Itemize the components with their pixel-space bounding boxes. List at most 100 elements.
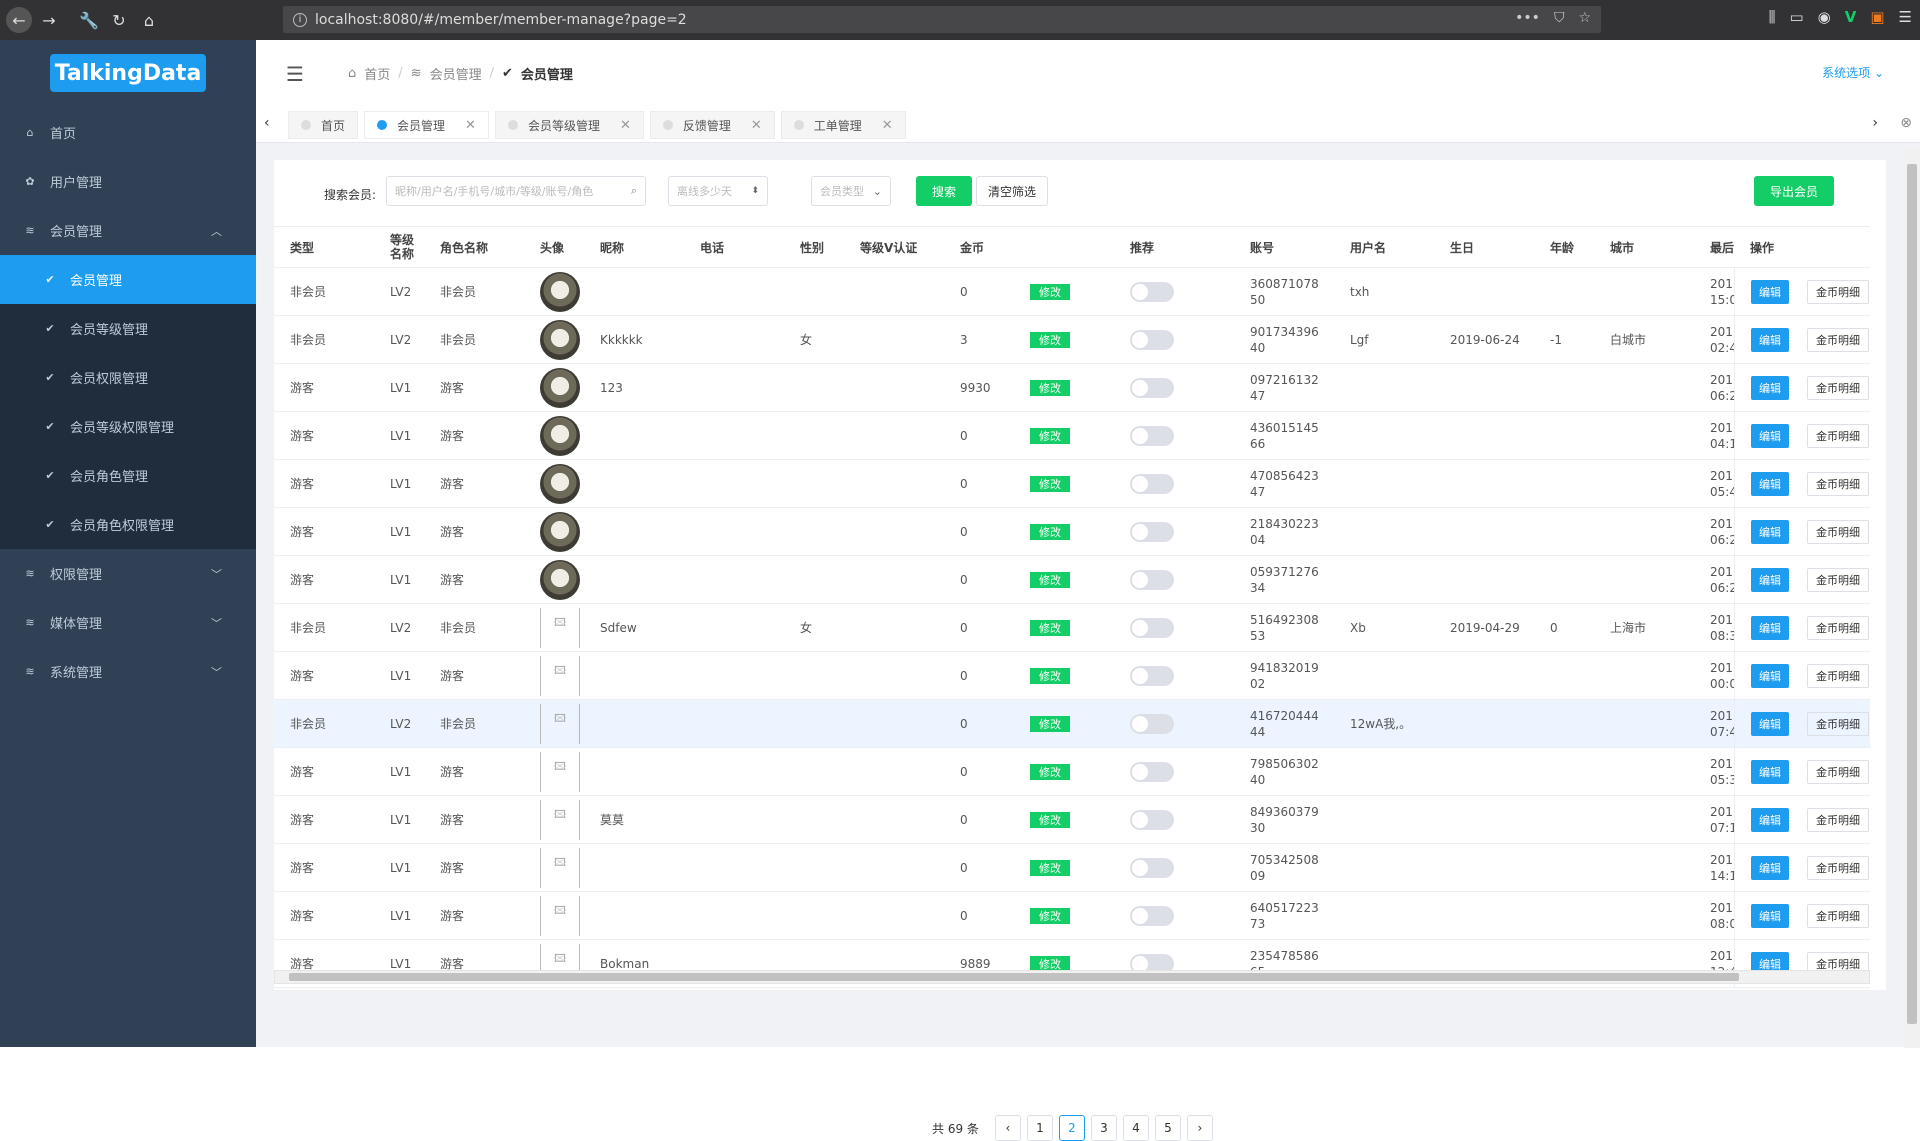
- vertical-scrollbar[interactable]: [1904, 148, 1920, 1048]
- modify-coins-button[interactable]: 修改: [1030, 811, 1070, 828]
- breadcrumb-item[interactable]: 首页: [364, 64, 390, 83]
- close-icon[interactable]: ✕: [465, 118, 476, 133]
- account-icon[interactable]: ◉: [1818, 8, 1831, 26]
- coin-detail-button[interactable]: 金币明细: [1807, 711, 1869, 736]
- modify-coins-button[interactable]: 修改: [1030, 907, 1070, 924]
- back-arrow-icon[interactable]: ←: [6, 7, 32, 33]
- edit-button[interactable]: 编辑: [1751, 471, 1789, 496]
- edit-button[interactable]: 编辑: [1751, 279, 1789, 304]
- recommend-toggle[interactable]: [1130, 329, 1174, 350]
- coin-detail-button[interactable]: 金币明细: [1807, 423, 1869, 448]
- table-row[interactable]: 游客 LV1 游客 🖾 莫莫 0 修改 849360379 30 201 07:1 编辑 金币明细: [274, 796, 1870, 844]
- tabs-scroll-right-icon[interactable]: ›: [1872, 115, 1878, 131]
- clear-filter-button[interactable]: 清空筛选: [976, 176, 1048, 206]
- modify-coins-button[interactable]: 修改: [1030, 523, 1070, 540]
- coin-detail-button[interactable]: 金币明细: [1807, 759, 1869, 784]
- system-options-dropdown[interactable]: 系统选项 ⌄: [1822, 64, 1884, 81]
- library-icon[interactable]: ⫼: [1769, 8, 1776, 26]
- sidebar-subitem-member-manage[interactable]: ✔ 会员管理: [0, 255, 256, 304]
- tab-member-level[interactable]: 会员等级管理 ✕: [494, 111, 644, 139]
- coin-detail-button[interactable]: 金币明细: [1807, 567, 1869, 592]
- recommend-toggle[interactable]: [1130, 809, 1174, 830]
- extension-orange-icon[interactable]: ▣: [1870, 8, 1884, 26]
- offline-days-stepper[interactable]: 离线多少天 ⬍: [668, 176, 768, 206]
- coin-detail-button[interactable]: 金币明细: [1807, 375, 1869, 400]
- coin-detail-button[interactable]: 金币明细: [1807, 279, 1869, 304]
- edit-button[interactable]: 编辑: [1751, 855, 1789, 880]
- table-row[interactable]: 非会员 LV2 非会员 Kkkkkk 女 3 修改 901734396 40 Lgf 2019-06…: [274, 316, 1870, 364]
- recommend-toggle[interactable]: [1130, 761, 1174, 782]
- breadcrumb-item[interactable]: 会员管理: [430, 64, 482, 83]
- recommend-toggle[interactable]: [1130, 473, 1174, 494]
- sidebar-subitem-member-permission[interactable]: ✔ 会员权限管理: [0, 353, 256, 402]
- modify-coins-button[interactable]: 修改: [1030, 475, 1070, 492]
- url-bar[interactable]: i localhost:8080/#/member/member-manage?…: [283, 6, 1601, 33]
- next-page-icon[interactable]: ›: [1186, 1115, 1213, 1141]
- table-row[interactable]: 游客 LV1 游客 🖾 0 修改 640517223 73 201 08:0 编辑 金币明细: [274, 892, 1870, 940]
- scrollbar-thumb[interactable]: [1907, 164, 1917, 1024]
- export-members-button[interactable]: 导出会员: [1754, 176, 1834, 206]
- table-row[interactable]: 游客 LV1 游客 🖾 0 修改 798506302 40 201 05:3 编辑 金币明细: [274, 748, 1870, 796]
- edit-button[interactable]: 编辑: [1751, 663, 1789, 688]
- table-row[interactable]: 游客 LV1 游客 🖾 0 修改 941832019 02 201 00:0 编辑 金币明细: [274, 652, 1870, 700]
- table-row[interactable]: 非会员 LV2 非会员 🖾 Sdfew 女 0 修改 516492308 53 Xb 2019-04-…: [274, 604, 1870, 652]
- page-button[interactable]: 4: [1122, 1115, 1149, 1141]
- sidebar-item-media[interactable]: ≋ 媒体管理 ﹀: [0, 598, 256, 647]
- close-icon[interactable]: ✕: [620, 118, 631, 133]
- modify-coins-button[interactable]: 修改: [1030, 619, 1070, 636]
- edit-button[interactable]: 编辑: [1751, 375, 1789, 400]
- sidebar-item-permissions[interactable]: ≋ 权限管理 ﹀: [0, 549, 256, 598]
- edit-button[interactable]: 编辑: [1751, 423, 1789, 448]
- table-row[interactable]: 非会员 LV2 非会员 0 修改 360871078 50 txh 201 15:0 编辑 金币明细: [274, 268, 1870, 316]
- reload-icon[interactable]: ↻: [106, 7, 132, 33]
- more-icon[interactable]: •••: [1515, 10, 1540, 26]
- edit-button[interactable]: 编辑: [1751, 567, 1789, 592]
- brand-logo[interactable]: TalkingData: [50, 54, 206, 92]
- info-icon[interactable]: i: [293, 12, 307, 27]
- coin-detail-button[interactable]: 金币明细: [1807, 903, 1869, 928]
- modify-coins-button[interactable]: 修改: [1030, 859, 1070, 876]
- sidebar-subitem-role-permission[interactable]: ✔ 会员角色权限管理: [0, 500, 256, 549]
- sidebar-subitem-member-role[interactable]: ✔ 会员角色管理: [0, 451, 256, 500]
- pocket-icon[interactable]: ⛉: [1554, 10, 1565, 26]
- coin-detail-button[interactable]: 金币明细: [1807, 855, 1869, 880]
- wrench-icon[interactable]: 🔧: [76, 7, 102, 33]
- modify-coins-button[interactable]: 修改: [1030, 667, 1070, 684]
- tab-member-manage[interactable]: 会员管理 ✕: [364, 111, 489, 139]
- modify-coins-button[interactable]: 修改: [1030, 763, 1070, 780]
- coin-detail-button[interactable]: 金币明细: [1807, 519, 1869, 544]
- coin-detail-button[interactable]: 金币明细: [1807, 807, 1869, 832]
- page-button[interactable]: 5: [1154, 1115, 1181, 1141]
- recommend-toggle[interactable]: [1130, 905, 1174, 926]
- edit-button[interactable]: 编辑: [1751, 711, 1789, 736]
- sidebar-item-system[interactable]: ≋ 系统管理 ﹀: [0, 647, 256, 696]
- recommend-toggle[interactable]: [1130, 281, 1174, 302]
- close-all-icon[interactable]: ⊗: [1900, 115, 1912, 131]
- modify-coins-button[interactable]: 修改: [1030, 331, 1070, 348]
- scrollbar-thumb[interactable]: [289, 973, 1739, 981]
- modify-coins-button[interactable]: 修改: [1030, 427, 1070, 444]
- coin-detail-button[interactable]: 金币明细: [1807, 663, 1869, 688]
- coin-detail-button[interactable]: 金币明细: [1807, 471, 1869, 496]
- table-row[interactable]: 游客 LV1 游客 0 修改 470856423 47 201 05:4 编辑 金币明细: [274, 460, 1870, 508]
- recommend-toggle[interactable]: [1130, 521, 1174, 542]
- horizontal-scrollbar[interactable]: [274, 970, 1870, 984]
- sidebar-toggle-icon[interactable]: ▭: [1789, 8, 1803, 26]
- recommend-toggle[interactable]: [1130, 857, 1174, 878]
- coin-detail-button[interactable]: 金币明细: [1807, 327, 1869, 352]
- member-type-select[interactable]: 会员类型 ⌄: [811, 176, 891, 206]
- search-button[interactable]: 搜索: [916, 176, 972, 206]
- modify-coins-button[interactable]: 修改: [1030, 379, 1070, 396]
- prev-page-icon[interactable]: ‹: [994, 1115, 1021, 1141]
- recommend-toggle[interactable]: [1130, 665, 1174, 686]
- table-row[interactable]: 游客 LV1 游客 0 修改 059371276 34 201 06:2 编辑 金币明细: [274, 556, 1870, 604]
- close-icon[interactable]: ✕: [751, 118, 762, 133]
- bookmark-star-icon[interactable]: ☆: [1578, 10, 1591, 26]
- edit-button[interactable]: 编辑: [1751, 903, 1789, 928]
- sidebar-subitem-level-permission[interactable]: ✔ 会员等级权限管理: [0, 402, 256, 451]
- sidebar-item-members[interactable]: ≋ 会员管理 ︿: [0, 206, 256, 255]
- table-row[interactable]: 游客 LV1 游客 🖾 0 修改 705342508 09 201 14:1 编辑 金币明细: [274, 844, 1870, 892]
- recommend-toggle[interactable]: [1130, 377, 1174, 398]
- edit-button[interactable]: 编辑: [1751, 759, 1789, 784]
- forward-arrow-icon[interactable]: →: [36, 7, 62, 33]
